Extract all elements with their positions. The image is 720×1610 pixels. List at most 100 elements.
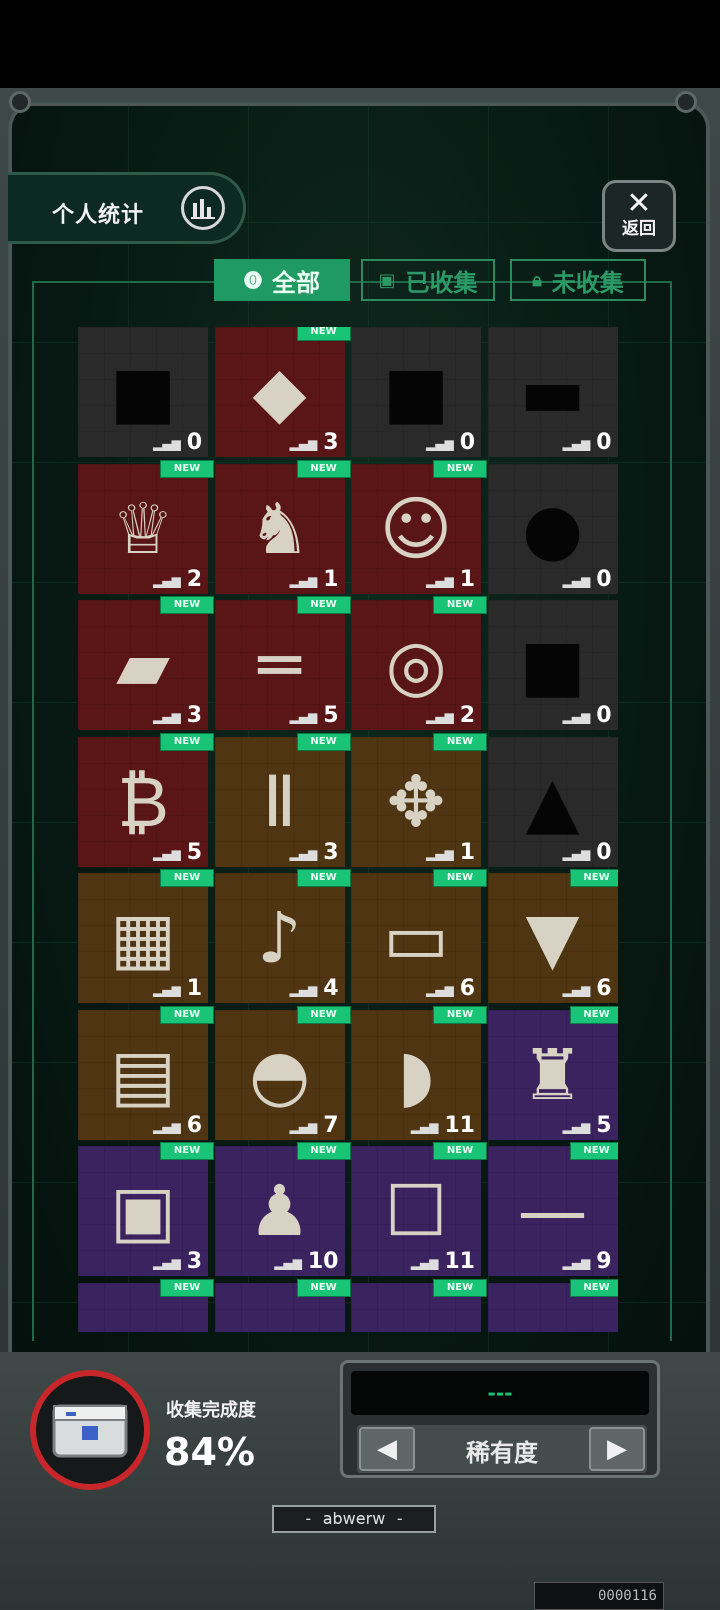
- lock-icon: 🔒︎: [532, 269, 542, 291]
- item-slot[interactable]: · NEW: [351, 1278, 487, 1332]
- item-slot[interactable]: ▭ NEW ▂▄▆ 6: [351, 869, 487, 1003]
- item-slot[interactable]: ✥ NEW ▂▄▆ 1: [351, 732, 487, 867]
- item-count-value: 0: [459, 430, 475, 455]
- new-badge: NEW: [433, 732, 487, 751]
- item-slot[interactable]: — NEW ▂▄▆ 9: [487, 1142, 618, 1276]
- chest-icon[interactable]: [30, 1370, 150, 1490]
- new-badge: NEW: [160, 869, 214, 887]
- rarity-selector: ◀ 稀有度 ▶: [357, 1425, 647, 1473]
- new-badge: NEW: [569, 869, 618, 887]
- item-count-value: 0: [596, 703, 612, 728]
- stats-bars-icon: ▂▄▆: [410, 1256, 439, 1270]
- rarity-sort-panel: --- ◀ 稀有度 ▶: [340, 1360, 660, 1478]
- item-count-value: 3: [186, 1249, 202, 1274]
- item-slot[interactable]: ♕ NEW ▂▄▆ 2: [78, 459, 214, 594]
- stats-bars-icon: ▂▄▆: [289, 437, 318, 451]
- tab-collected[interactable]: ▣ 已收集: [361, 259, 495, 301]
- item-count-value: 0: [596, 566, 612, 592]
- tab-all[interactable]: ⓿ 全部: [214, 259, 350, 301]
- item-count-value: 2: [459, 703, 475, 728]
- stats-bars-icon: ▂▄▆: [426, 437, 454, 451]
- bar-icon: ▭: [382, 897, 450, 979]
- stats-bars-icon: ▂▄▆: [153, 1256, 181, 1270]
- item-slot[interactable]: ◎ NEW ▂▄▆ 2: [351, 596, 487, 730]
- new-badge: NEW: [433, 1278, 487, 1297]
- new-badge: NEW: [296, 1278, 351, 1297]
- item-slot[interactable]: ♟ NEW ▂▄▆ 10: [214, 1142, 351, 1276]
- item-slot[interactable]: ■ ▂▄▆ 0: [78, 327, 208, 457]
- item-slot[interactable]: ▰ NEW ▂▄▆ 3: [78, 596, 214, 730]
- item-count-value: 6: [596, 976, 612, 1001]
- item-slot[interactable]: · NEW: [487, 1278, 618, 1333]
- item-slot[interactable]: ▼ NEW ▂▄▆ 6: [487, 869, 618, 1003]
- item-slot[interactable]: · NEW: [78, 1278, 214, 1332]
- item-slot[interactable]: ♜ NEW ▂▄▆ 5: [487, 1005, 618, 1140]
- back-button[interactable]: ✕ 返回: [602, 180, 676, 252]
- new-badge: NEW: [296, 1005, 351, 1024]
- rivet-icon: [9, 91, 31, 113]
- item-count-value: 1: [186, 976, 202, 1001]
- crystal-icon: ◆: [252, 351, 307, 433]
- drone-icon: ✥: [386, 760, 446, 843]
- item-count: ▂▄▆ 0: [563, 703, 612, 728]
- silver-coin-icon: ◎: [385, 624, 447, 706]
- item-count: ▂▄▆ 1: [153, 976, 202, 1001]
- item-slot[interactable]: ▲ ▂▄▆ 0: [487, 736, 618, 867]
- item-slot[interactable]: ■ ▂▄▆ 0: [351, 327, 481, 457]
- personal-stats-button[interactable]: 个人统计: [8, 172, 246, 244]
- item-count-value: 3: [323, 839, 339, 865]
- item-slot[interactable]: ▣ NEW ▂▄▆ 3: [78, 1142, 214, 1276]
- item-slot[interactable]: ═ NEW ▂▄▆ 5: [214, 596, 351, 730]
- tab-uncollected-label: 未收集: [551, 268, 624, 297]
- item-slot[interactable]: ▤ NEW ▂▄▆ 6: [78, 1005, 214, 1140]
- item-grid: ■ ▂▄▆ 0 ◆ NEW ▂▄▆ 3 ■ ▂▄▆ 0 ▬ ▂▄▆ 0 ♕ NEW ▂▄▆ 2 ♞ NEW ▂▄▆ 1 ☺…: [78, 327, 618, 1332]
- item-slot[interactable]: ♪ NEW ▂▄▆ 4: [214, 869, 351, 1003]
- item-count: ▂▄▆ 5: [563, 1113, 612, 1138]
- item-count: ▂▄▆ 7: [290, 1113, 339, 1138]
- terracotta-warrior-icon: ♜: [521, 1033, 584, 1116]
- tab-uncollected[interactable]: 🔒︎ 未收集: [510, 259, 646, 301]
- item-slot[interactable]: ◗ NEW ▂▄▆ 11: [351, 1005, 487, 1140]
- silhouette-car-icon: ▬: [519, 351, 586, 433]
- partial-item-icon: ·: [508, 1303, 598, 1333]
- item-slot[interactable]: ☺ NEW ▂▄▆ 1: [351, 459, 487, 594]
- item-count: ▂▄▆ 3: [290, 430, 339, 455]
- item-slot[interactable]: ☐ NEW ▂▄▆ 11: [351, 1142, 487, 1276]
- item-slot[interactable]: ● ▂▄▆ 0: [487, 463, 618, 594]
- new-badge: NEW: [569, 1278, 618, 1297]
- item-slot[interactable]: ▬ ▂▄▆ 0: [487, 327, 618, 457]
- arrow-right-icon[interactable]: ▶: [589, 1427, 645, 1471]
- item-slot[interactable]: · NEW: [214, 1278, 351, 1333]
- bar-chart-icon: [181, 186, 225, 230]
- item-slot[interactable]: ₿ NEW ▂▄▆ 5: [78, 732, 214, 867]
- partial-item-icon: ·: [235, 1303, 325, 1333]
- box-icon: ▣: [378, 269, 396, 291]
- stats-bars-icon: ▂▄▆: [426, 983, 454, 997]
- item-count: ▂▄▆ 3: [153, 703, 202, 728]
- item-count-value: 10: [307, 1249, 339, 1274]
- new-badge: NEW: [569, 1142, 618, 1160]
- new-badge: NEW: [160, 1142, 214, 1160]
- stats-bars-icon: ▂▄▆: [153, 983, 181, 997]
- item-slot[interactable]: ♞ NEW ▂▄▆ 1: [214, 459, 351, 594]
- new-badge: NEW: [160, 459, 214, 478]
- item-slot[interactable]: Ⅱ NEW ▂▄▆ 3: [214, 732, 351, 867]
- new-badge: NEW: [160, 732, 214, 751]
- item-count: ▂▄▆ 6: [563, 976, 612, 1001]
- item-slot[interactable]: ◓ NEW ▂▄▆ 7: [214, 1005, 351, 1140]
- new-badge: NEW: [296, 1142, 351, 1160]
- item-slot[interactable]: ▦ NEW ▂▄▆ 1: [78, 869, 214, 1003]
- item-slot[interactable]: ◆ NEW ▂▄▆ 3: [214, 327, 351, 457]
- cheese-icon: ◗: [397, 1033, 435, 1116]
- stats-bars-icon: ▂▄▆: [562, 1119, 591, 1134]
- stats-bars-icon: ▂▄▆: [153, 710, 181, 724]
- item-count: ▂▄▆ 5: [290, 703, 339, 728]
- item-slot[interactable]: ■ ▂▄▆ 0: [487, 600, 618, 730]
- item-count-value: 4: [323, 976, 339, 1001]
- stats-bars-icon: ▂▄▆: [289, 846, 318, 861]
- item-count: ▂▄▆ 4: [290, 976, 339, 1001]
- filter-icon: ⓿: [244, 271, 262, 292]
- personal-stats-label: 个人统计: [52, 203, 145, 228]
- wooden-sticks-icon: ═: [258, 624, 301, 706]
- pallbearers-icon: ♟: [248, 1170, 311, 1252]
